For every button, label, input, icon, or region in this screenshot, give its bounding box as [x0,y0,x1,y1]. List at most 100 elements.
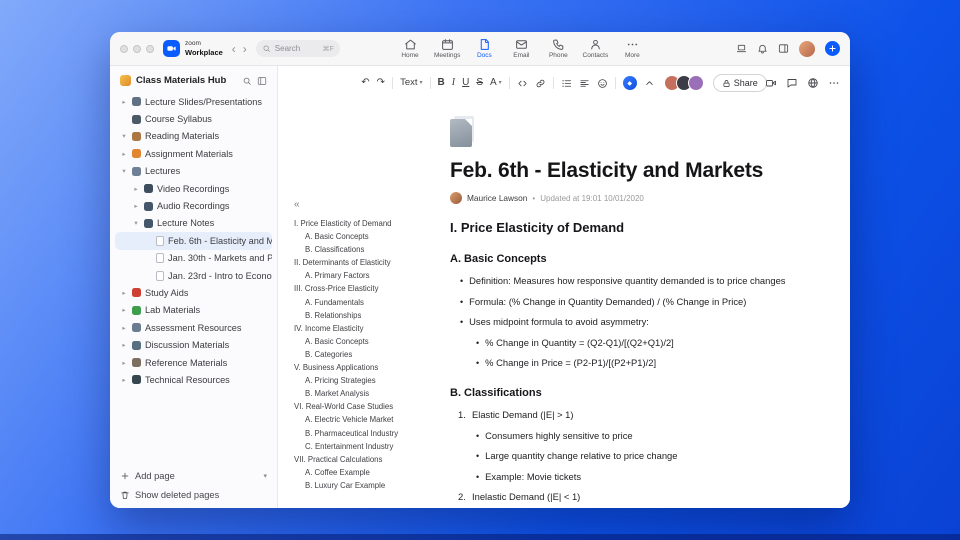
code-button[interactable] [517,78,528,89]
doc-subheading[interactable]: B. Classifications [450,387,842,399]
sidebar-item[interactable]: Course Syllabus [115,110,272,127]
tab-meetings[interactable]: Meetings [434,38,460,60]
sidebar-item[interactable]: ▸ Reference Materials [115,354,272,371]
strikethrough-button[interactable]: S [476,78,483,88]
account-avatar[interactable] [799,40,815,57]
collaborator-avatar[interactable] [687,75,704,91]
collapse-toolbar-button[interactable] [644,78,655,89]
outline-item[interactable]: B. Relationships [294,309,446,322]
chevron-right-icon[interactable]: ▸ [120,359,128,367]
more-options-button[interactable] [828,77,840,89]
tab-contacts[interactable]: Contacts [582,38,608,60]
underline-button[interactable]: U [462,78,469,88]
sidebar-item[interactable]: Jan. 30th - Markets and P... [115,250,272,267]
sidebar-item[interactable]: ▾ Lecture Notes [115,215,272,232]
outline-item[interactable]: B. Classifications [294,243,446,256]
outline-item[interactable]: I. Price Elasticity of Demand [294,217,446,230]
chevron-right-icon[interactable]: ▸ [132,185,140,193]
redo-button[interactable]: ↷ [377,78,385,88]
chevron-down-icon[interactable]: ▾ [263,472,267,480]
outline-item[interactable]: V. Business Applications [294,361,446,374]
doc-title[interactable]: Feb. 6th - Elasticity and Markets [450,159,842,183]
outline-item[interactable]: VII. Practical Calculations [294,453,446,466]
show-deleted-button[interactable]: Show deleted pages [120,490,267,500]
doc-subheading[interactable]: A. Basic Concepts [450,253,842,265]
outline-item[interactable]: A. Coffee Example [294,466,446,479]
new-item-button[interactable] [825,41,840,56]
sidebar-item[interactable]: ▾ Lectures [115,163,272,180]
sidebar-collapse-icon[interactable] [257,76,267,86]
outline-item[interactable]: B. Categories [294,348,446,361]
share-button[interactable]: Share [712,74,767,92]
italic-button[interactable]: I [452,78,455,88]
chevron-right-icon[interactable]: ▸ [120,150,128,158]
document[interactable]: Feb. 6th - Elasticity and Markets Mauric… [450,96,842,503]
doc-numbered-item[interactable]: 2. Inelastic Demand (|E| < 1) [450,491,842,503]
forward-button[interactable]: › [243,42,247,56]
sidebar-item[interactable]: ▸ Lab Materials [115,302,272,319]
tab-email[interactable]: Email [508,38,534,60]
video-call-button[interactable] [765,77,777,89]
close-button[interactable] [120,44,128,53]
chevron-right-icon[interactable]: ▸ [132,202,140,210]
doc-bullet-item[interactable]: • Large quantity change relative to price… [450,450,842,462]
tab-docs[interactable]: Docs [471,38,497,60]
add-page-button[interactable]: Add page ▾ [120,471,267,481]
text-style-dropdown[interactable]: Text ▾ [400,78,422,88]
doc-body[interactable]: I. Price Elasticity of Demand A. Basic Co… [450,220,842,503]
minimize-button[interactable] [133,44,141,53]
sidebar-item[interactable]: ▸ Audio Recordings [115,197,272,214]
sidebar-item[interactable]: Jan. 23rd - Intro to Econo... [115,267,272,284]
doc-bullet-item[interactable]: •% Change in Quantity = (Q2-Q1)/[(Q2+Q1)… [450,337,842,349]
outline-item[interactable]: B. Pharmaceutical Industry [294,427,446,440]
sidebar-item[interactable]: ▸ Technical Resources [115,371,272,388]
notifications-button[interactable] [757,43,768,54]
chevron-right-icon[interactable]: ▸ [120,341,128,349]
sidebar-item[interactable]: ▸ Assessment Resources [115,319,272,336]
chevron-right-icon[interactable]: ▸ [120,289,128,297]
tab-more[interactable]: More [619,38,645,60]
chevron-right-icon[interactable]: ▸ [120,324,128,332]
outline-item[interactable]: III. Cross-Price Elasticity [294,282,446,295]
sidebar-item[interactable]: ▾ Reading Materials [115,128,272,145]
font-color-button[interactable]: A ▾ [490,78,502,88]
sidebar-item[interactable]: ▸ Video Recordings [115,180,272,197]
search-input[interactable]: Search ⌘F [255,40,340,57]
comments-button[interactable] [786,77,798,89]
outline-item[interactable]: A. Fundamentals [294,296,446,309]
outline-item[interactable]: B. Luxury Car Example [294,479,446,492]
tab-home[interactable]: Home [397,38,423,60]
chevron-right-icon[interactable]: ▸ [120,376,128,384]
ai-companion-button[interactable]: ◆ [622,76,637,90]
outline-item[interactable]: A. Pricing Strategies [294,374,446,387]
doc-bullet-item[interactable]: • Uses midpoint formula to avoid asymmetr… [450,316,842,328]
zoom-button[interactable] [146,44,154,53]
doc-bullet-item[interactable]: • Consumers highly sensitive to price [450,430,842,442]
emoji-button[interactable] [597,78,608,89]
link-button[interactable] [535,78,546,89]
doc-numbered-item[interactable]: 1. Elastic Demand (|E| > 1) [450,409,842,421]
doc-bullet-item[interactable]: • Definition: Measures how responsive qua… [450,275,842,287]
align-button[interactable] [579,78,590,89]
chevron-down-icon[interactable]: ▾ [132,219,140,227]
chevron-down-icon[interactable]: ▾ [120,167,128,175]
sidebar-item[interactable]: ▸ Discussion Materials [115,336,272,353]
sidebar-item[interactable]: ▸ Assignment Materials [115,145,272,162]
back-button[interactable]: ‹ [232,42,236,56]
tab-phone[interactable]: Phone [545,38,571,60]
doc-heading[interactable]: I. Price Elasticity of Demand [450,220,842,235]
bullet-list-button[interactable] [561,78,572,89]
outline-item[interactable]: A. Basic Concepts [294,335,446,348]
outline-item[interactable]: II. Determinants of Elasticity [294,256,446,269]
outline-item[interactable]: C. Entertainment Industry [294,440,446,453]
sidebar-item[interactable]: ▸ Study Aids [115,284,272,301]
doc-bullet-item[interactable]: • Example: Movie tickets [450,471,842,483]
doc-bullet-item[interactable]: • Formula: (% Change in Quantity Demanded… [450,296,842,308]
bold-button[interactable]: B [438,78,445,88]
doc-bullet-item[interactable]: •% Change in Price = (P2-P1)/[(P2+P1)/2] [450,357,842,369]
sidebar-item[interactable]: Feb. 6th - Elasticity and M... [115,232,272,250]
devices-button[interactable] [736,43,747,54]
outline-item[interactable]: VI. Real-World Case Studies [294,400,446,413]
outline-item[interactable]: IV. Income Elasticity [294,322,446,335]
sidepanel-toggle-button[interactable] [778,43,789,54]
